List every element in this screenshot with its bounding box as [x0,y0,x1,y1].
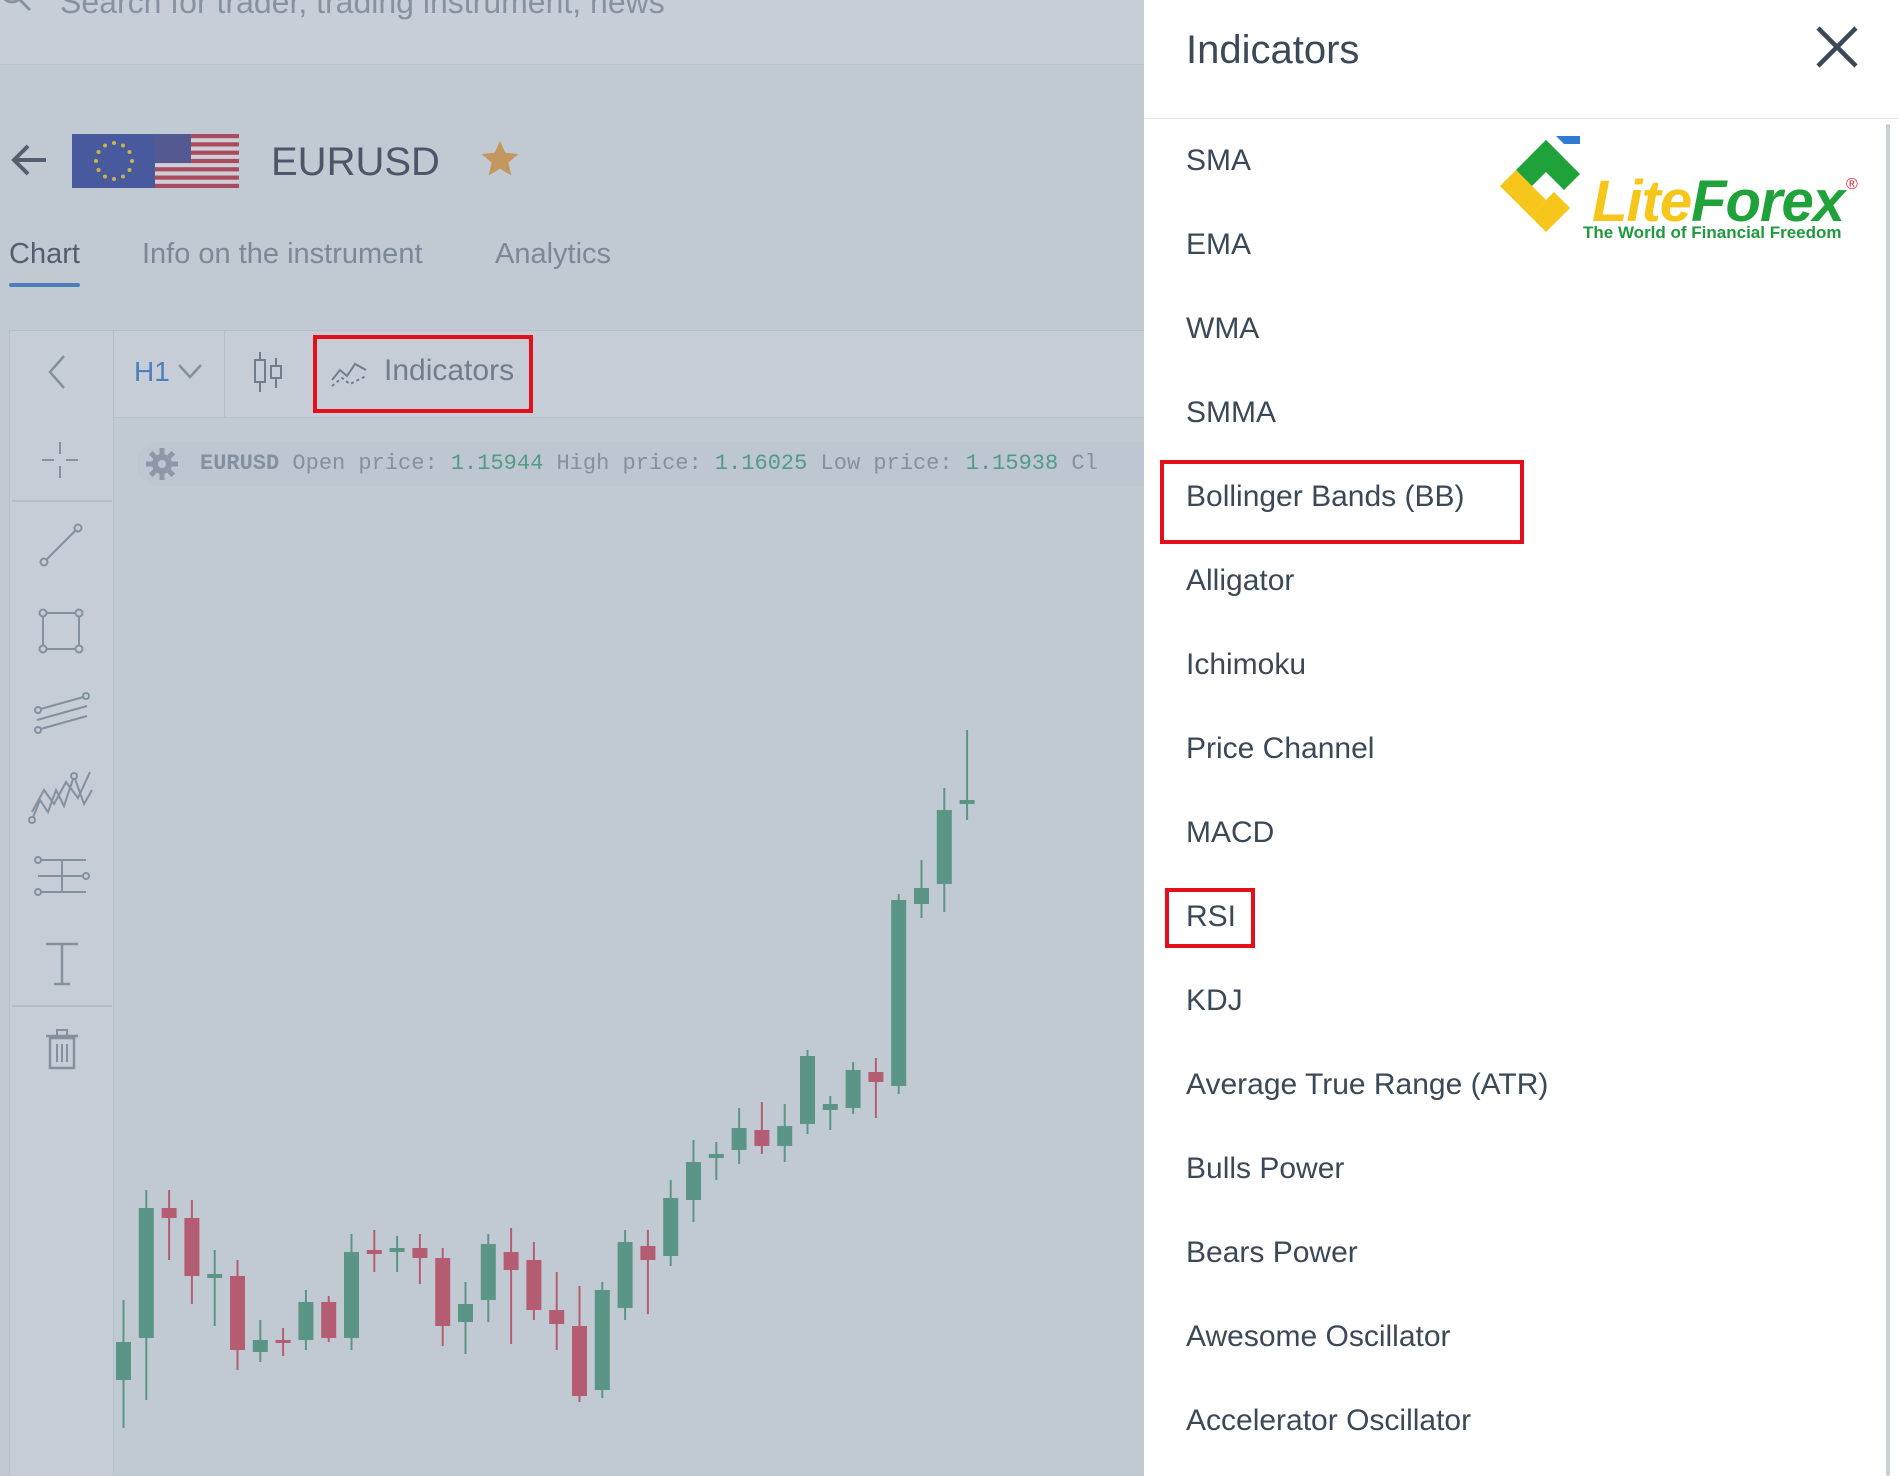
highlight-rsi [1165,888,1255,948]
indicator-item-ichimoku[interactable]: Ichimoku [1186,648,1306,682]
panel-title: Indicators [1186,28,1360,72]
logo-tagline: The World of Financial Freedom [1583,223,1842,242]
indicator-item-accelerator-oscillator[interactable]: Accelerator Oscillator [1186,1404,1471,1438]
highlight-indicators-button [313,335,533,413]
indicator-item-macd[interactable]: MACD [1186,816,1274,850]
indicator-item-smma[interactable]: SMMA [1186,396,1276,430]
indicator-item-ema[interactable]: EMA [1186,228,1251,262]
indicator-item-price-channel[interactable]: Price Channel [1186,732,1374,766]
trading-app: Search for trader, trading instrument, n… [0,0,1144,1476]
panel-divider [1144,118,1898,119]
indicator-item-wma[interactable]: WMA [1186,312,1259,346]
highlight-bollinger-bands [1160,460,1524,544]
indicator-item-awesome-oscillator[interactable]: Awesome Oscillator [1186,1320,1451,1354]
indicator-item-bears-power[interactable]: Bears Power [1186,1236,1358,1270]
logo-registered-mark: ® [1846,176,1858,193]
indicator-item-atr[interactable]: Average True Range (ATR) [1186,1068,1548,1102]
indicator-item-kdj[interactable]: KDJ [1186,984,1243,1018]
indicator-item-sma[interactable]: SMA [1186,144,1251,178]
indicator-item-alligator[interactable]: Alligator [1186,564,1294,598]
panel-scrollbar[interactable] [1886,124,1890,1476]
modal-overlay[interactable] [0,0,1144,1476]
close-icon[interactable] [1814,24,1860,70]
indicator-item-bulls-power[interactable]: Bulls Power [1186,1152,1344,1186]
liteforex-logo-icon [1500,136,1580,232]
